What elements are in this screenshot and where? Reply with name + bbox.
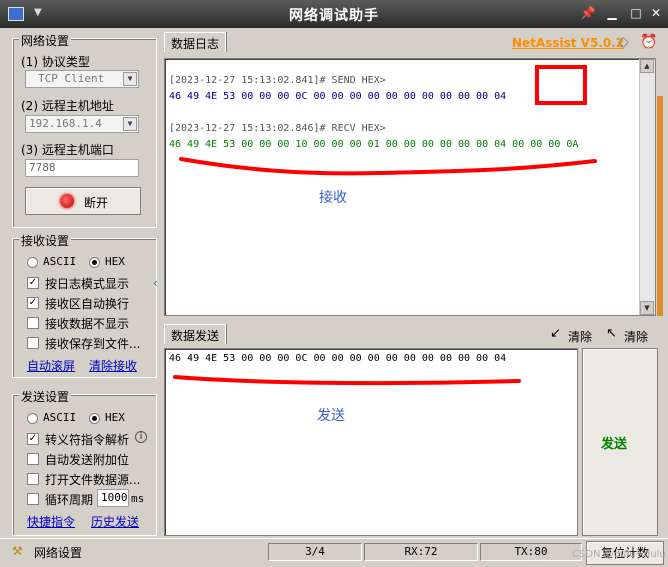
minimize-button[interactable]: ▁ xyxy=(602,4,622,22)
recv-option-label: 接收保存到文件... xyxy=(45,337,141,351)
recv-option-label: 按日志模式显示 xyxy=(45,277,130,291)
send-hex-label: HEX xyxy=(105,411,125,424)
connection-led-icon xyxy=(60,194,74,208)
host-select[interactable]: 192.168.1.4 ▼ xyxy=(25,115,139,133)
clear-receive-link[interactable]: 清除接收 xyxy=(89,357,137,374)
chevron-down-icon[interactable]: ▼ xyxy=(123,117,137,131)
clear-up-icon[interactable]: ↖ xyxy=(606,326,617,341)
scroll-down-icon[interactable]: ▼ xyxy=(640,301,654,315)
host-label: (2) 远程主机地址 xyxy=(21,99,114,113)
log-entry-data: 46 49 4E 53 00 00 00 0C 00 00 00 00 00 0… xyxy=(169,91,507,102)
recv-option-checkbox[interactable] xyxy=(27,317,39,329)
watermark: CSDN @dulu~dulu xyxy=(572,549,666,560)
info-icon[interactable]: i xyxy=(135,431,147,443)
network-settings-legend: 网络设置 xyxy=(19,32,72,49)
send-settings-group: 发送设置 ASCII HEX ✓ 转义符指令解析 i 自动发送附加位 打开文件数… xyxy=(12,388,157,536)
send-ascii-radio[interactable] xyxy=(27,413,38,424)
status-rx: RX:72 xyxy=(364,543,478,561)
annotation-scribble xyxy=(173,375,521,386)
disconnect-button[interactable]: 断开 xyxy=(25,187,141,215)
log-entry-header: [2023-12-27 15:13:02.846]# RECV HEX> xyxy=(169,123,386,134)
protocol-label: (1) 协议类型 xyxy=(21,55,90,69)
scroll-up-icon[interactable]: ▲ xyxy=(640,59,654,73)
recv-option-checkbox[interactable] xyxy=(27,337,39,349)
recv-option-label: 接收数据不显示 xyxy=(45,317,130,331)
send-option-label: 自动发送附加位 xyxy=(45,453,130,467)
send-content: 46 49 4E 53 00 00 00 0C 00 00 00 00 00 0… xyxy=(169,353,507,364)
status-tx: TX:80 xyxy=(480,543,582,561)
port-input[interactable]: 7788 xyxy=(25,159,139,177)
network-settings-group: 网络设置 (1) 协议类型 TCP Client ▼ (2) 远程主机地址 19… xyxy=(12,32,157,228)
alarm-clock-icon[interactable]: ⏰ xyxy=(640,34,657,50)
clear-send-label-1[interactable]: 清除 xyxy=(568,328,592,345)
cycle-checkbox[interactable] xyxy=(27,493,39,505)
collapse-arrow-icon[interactable]: ‹ xyxy=(153,276,158,290)
send-option-checkbox[interactable] xyxy=(27,473,39,485)
log-scrollbar[interactable]: ▲ ▼ xyxy=(639,59,655,315)
recv-hex-radio[interactable] xyxy=(89,257,100,268)
brand-link[interactable]: NetAssist V5.0.2 xyxy=(512,36,624,50)
clear-send-label-2[interactable]: 清除 xyxy=(624,328,648,345)
receive-settings-group: 接收设置 ASCII HEX ✓ 按日志模式显示 ✓ 接收区自动换行 接收数据不… xyxy=(12,232,157,378)
cycle-label: 循环周期 xyxy=(45,493,94,507)
recv-ascii-label: ASCII xyxy=(43,255,77,268)
recv-ascii-radio[interactable] xyxy=(27,257,38,268)
port-label: (3) 远程主机端口 xyxy=(21,143,114,157)
tab-data-send[interactable]: 数据发送 xyxy=(164,324,227,344)
clear-down-icon[interactable]: ↙ xyxy=(550,326,561,341)
title-bar: ▼ 网络调试助手 📌 ▁ □ ✕ xyxy=(0,0,668,28)
annotation-rectangle xyxy=(535,65,587,105)
cycle-unit: ms xyxy=(131,492,145,505)
send-button-label: 发送 xyxy=(601,437,628,452)
disconnect-label: 断开 xyxy=(84,196,109,210)
status-count: 3/4 xyxy=(268,543,362,561)
send-ascii-label: ASCII xyxy=(43,411,77,424)
tab-data-log[interactable]: 数据日志 xyxy=(164,32,227,52)
cycle-input[interactable]: 1000 xyxy=(97,489,129,507)
shortcut-command-link[interactable]: 快捷指令 xyxy=(27,513,75,530)
maximize-button[interactable]: □ xyxy=(626,4,646,22)
status-label: 网络设置 xyxy=(34,546,83,560)
send-button[interactable]: 发送 xyxy=(582,348,658,536)
recv-option-label: 接收区自动换行 xyxy=(45,297,130,311)
side-accent-strip xyxy=(657,96,663,316)
send-option-checkbox[interactable]: ✓ xyxy=(27,433,39,445)
recv-option-checkbox[interactable]: ✓ xyxy=(27,297,39,309)
log-entry-data: 46 49 4E 53 00 00 00 10 00 00 00 01 00 0… xyxy=(169,139,579,150)
host-value: 192.168.1.4 xyxy=(29,117,102,130)
send-option-label: 打开文件数据源... xyxy=(45,473,141,487)
protocol-value: TCP Client xyxy=(38,72,105,85)
main-window: 网络设置 (1) 协议类型 TCP Client ▼ (2) 远程主机地址 19… xyxy=(2,28,666,538)
send-option-label: 转义符指令解析 xyxy=(45,433,130,447)
close-button[interactable]: ✕ xyxy=(646,4,666,22)
network-settings-icon: ⚒ xyxy=(12,544,23,558)
send-input-panel[interactable]: 46 49 4E 53 00 00 00 0C 00 00 00 00 00 0… xyxy=(164,348,578,536)
send-history-link[interactable]: 历史发送 xyxy=(91,513,139,530)
send-settings-legend: 发送设置 xyxy=(19,388,72,405)
protocol-select[interactable]: TCP Client ▼ xyxy=(25,70,139,88)
window-title: 网络调试助手 xyxy=(289,8,379,24)
log-entry-header: [2023-12-27 15:13:02.841]# SEND HEX> xyxy=(169,75,386,86)
recv-hex-label: HEX xyxy=(105,255,125,268)
send-option-checkbox[interactable] xyxy=(27,453,39,465)
receive-log-panel[interactable]: [2023-12-27 15:13:02.841]# SEND HEX> 46 … xyxy=(164,58,656,316)
receive-settings-legend: 接收设置 xyxy=(19,232,72,249)
annotation-scribble xyxy=(179,157,597,176)
status-bar: ⚒ 网络设置 3/4 RX:72 TX:80 复位计数 CSDN @dulu~d… xyxy=(0,538,668,567)
send-hex-radio[interactable] xyxy=(89,413,100,424)
receive-annotation-text: 接收 xyxy=(319,190,347,206)
diamond-icon[interactable]: ◇ xyxy=(618,34,629,50)
pin-icon[interactable]: 📌 xyxy=(578,4,598,22)
recv-option-checkbox[interactable]: ✓ xyxy=(27,277,39,289)
auto-scroll-link[interactable]: 自动滚屏 xyxy=(27,357,75,374)
send-annotation-text: 发送 xyxy=(317,408,345,424)
chevron-down-icon[interactable]: ▼ xyxy=(123,72,137,86)
